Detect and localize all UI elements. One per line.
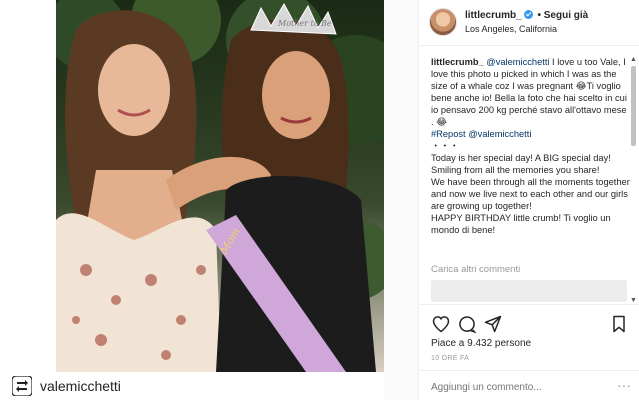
caption-line-3: We have been through all the moments tog… [431,177,630,211]
caption-dots: ・・・ [431,141,459,151]
post-header: littlecrumb_ • Segui già Los Angeles, Ca… [419,0,639,46]
blurred-comment [431,280,627,302]
heart-icon[interactable] [431,314,451,334]
scroll-up-arrow-icon[interactable]: ▲ [630,56,637,63]
repost-hashtag[interactable]: #Repost [431,129,466,139]
caption-line-4: HAPPY BIRTHDAY little crumb! Ti voglio u… [431,213,611,235]
header-username[interactable]: littlecrumb_ [465,10,522,21]
post-photo-area: Mother to Be Mom valemicchetti [0,0,384,400]
caption-mention[interactable]: @valemicchetti [486,57,549,67]
instagram-post: Mother to Be Mom valemicchetti littlecru… [0,0,639,400]
repost-icon [11,375,33,397]
scroll-down-arrow-icon[interactable]: ▼ [630,297,637,304]
tiara-text: Mother to Be [277,19,332,28]
comment-input[interactable] [431,379,611,395]
caption-mention-2[interactable]: @valemicchetti [468,129,531,139]
likes-count[interactable]: Piace a 9.432 persone [431,338,531,349]
post-side-panel: littlecrumb_ • Segui già Los Angeles, Ca… [418,0,639,400]
avatar[interactable] [429,8,457,36]
more-options-icon[interactable]: ··· [617,377,631,393]
load-more-comments[interactable]: Carica altri commenti [431,264,520,275]
bookmark-icon[interactable] [609,314,629,334]
caption-text: I love u too Vale, I love this photo u p… [431,57,627,127]
verified-badge-icon [523,10,533,19]
header-username-row: littlecrumb_ • Segui già [465,10,588,21]
post-time: 10 ORE FA [431,355,470,362]
scroll-thumb[interactable] [631,66,636,146]
post-photo[interactable]: Mother to Be Mom [56,0,384,372]
caption-line-1: Today is her special day! A BIG special … [431,153,611,163]
comment-icon[interactable] [457,314,477,334]
scrollbar[interactable]: ▲ ▼ [629,56,638,304]
caption: littlecrumb_ @valemicchetti I love u too… [431,56,631,278]
share-icon[interactable] [483,314,503,334]
photo-illustration: Mother to Be Mom [56,0,384,372]
repost-watermark: valemicchetti [0,372,384,400]
caption-username[interactable]: littlecrumb_ [431,57,484,67]
comment-box: ··· [419,370,639,400]
follow-status[interactable]: • Segui già [537,10,588,21]
location-link[interactable]: Los Angeles, California [465,24,557,34]
caption-line-2: Smiling from all the memories you share! [431,165,600,175]
repost-username: valemicchetti [40,378,121,394]
